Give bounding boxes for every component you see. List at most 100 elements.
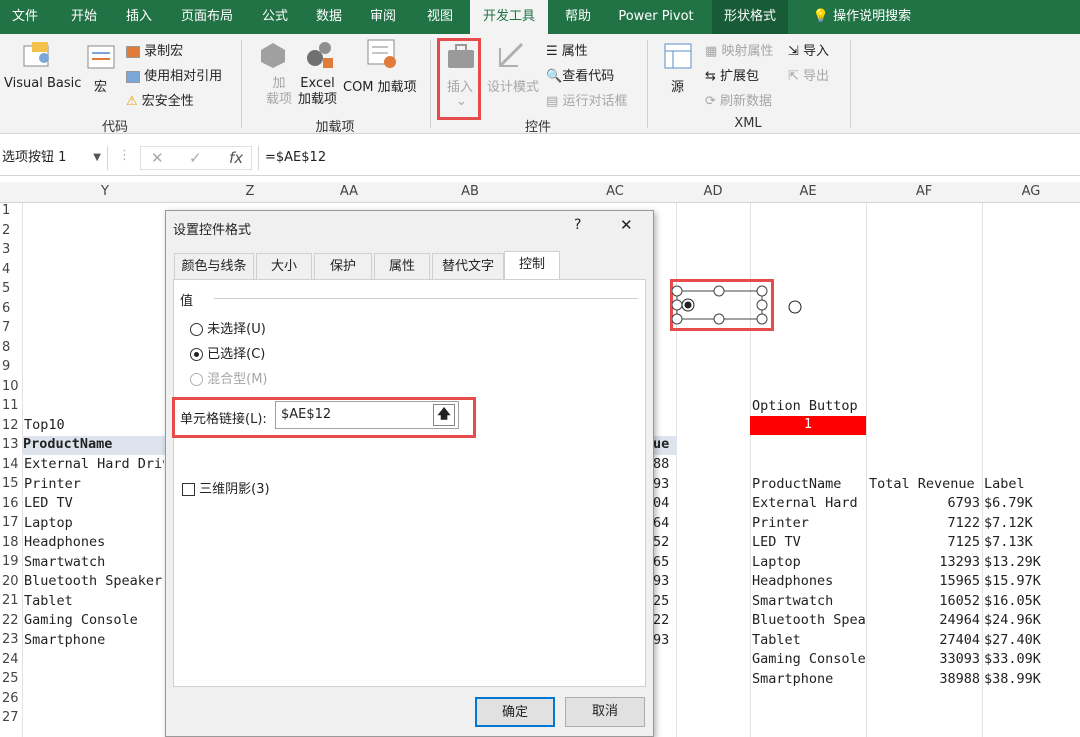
expansion-packs-button[interactable]: ⇆ 扩展包 (705, 65, 759, 84)
ok-button[interactable]: 确定 (475, 697, 555, 727)
table-row[interactable]: Gaming Console (24, 612, 138, 628)
cancel-button[interactable]: 取消 (565, 697, 645, 727)
tab-shape-format[interactable]: 形状格式 (712, 0, 788, 34)
cell[interactable]: 88 (653, 456, 669, 472)
tab-properties[interactable]: 属性 (374, 253, 430, 279)
column-header[interactable]: Z (188, 182, 312, 203)
row-header[interactable]: 23 (0, 632, 22, 652)
column-header[interactable]: Y (22, 182, 188, 203)
tab-page-layout[interactable]: 页面布局 (170, 0, 244, 34)
row-header[interactable]: 9 (0, 359, 22, 379)
row-header[interactable]: 15 (0, 476, 22, 496)
view-code-button[interactable]: 🔍查看代码 (546, 65, 614, 84)
cell[interactable]: 65 (653, 554, 669, 570)
linked-cell[interactable]: 1 (750, 416, 866, 435)
column-header[interactable]: AB (386, 182, 554, 203)
row-header[interactable]: 17 (0, 515, 22, 535)
row-header[interactable]: 21 (0, 593, 22, 613)
row-header[interactable]: 6 (0, 301, 22, 321)
tab-data[interactable]: 数据 (306, 0, 352, 34)
cell[interactable]: 22 (653, 612, 669, 628)
name-box[interactable]: 选项按钮 1 ▼ (0, 146, 108, 170)
row-header[interactable]: 20 (0, 574, 22, 594)
table-row[interactable]: LED TV (24, 495, 73, 511)
cell[interactable]: 04 (653, 495, 669, 511)
select-all-corner[interactable] (0, 182, 22, 203)
row-header[interactable]: 24 (0, 652, 22, 672)
xml-source-button[interactable]: 源 (671, 76, 684, 95)
column-header[interactable]: AF (866, 182, 982, 203)
refresh-data-button[interactable]: ⟳ 刷新数据 (705, 90, 772, 109)
row-header[interactable]: 12 (0, 418, 22, 438)
table-header[interactable]: ProductName (752, 476, 841, 492)
radio-mixed[interactable]: 混合型(M) (190, 368, 268, 387)
radio-checked[interactable]: 已选择(C) (190, 343, 265, 362)
row-header[interactable]: 1 (0, 203, 22, 223)
table-row[interactable]: Headphones (24, 534, 105, 550)
option-button-2[interactable] (788, 300, 802, 314)
row-header[interactable]: 8 (0, 340, 22, 360)
tab-formulas[interactable]: 公式 (252, 0, 298, 34)
cancel-icon[interactable]: ✕ (151, 147, 164, 169)
cell[interactable]: Top10 (24, 417, 65, 433)
tab-home[interactable]: 开始 (58, 0, 110, 34)
row-header[interactable]: 19 (0, 554, 22, 574)
cell[interactable]: 93 (653, 573, 669, 589)
table-row[interactable]: Smartwatch (24, 554, 105, 570)
row-header[interactable]: 4 (0, 262, 22, 282)
tab-alt-text[interactable]: 替代文字 (432, 253, 504, 279)
row-header[interactable]: 16 (0, 496, 22, 516)
row-header[interactable]: 10 (0, 379, 22, 399)
column-header[interactable]: AD (676, 182, 750, 203)
table-header[interactable]: Total Revenue (869, 476, 975, 492)
cell[interactable]: 93 (653, 632, 669, 648)
run-dialog-button[interactable]: ▤ 运行对话框 (546, 90, 627, 109)
radio-unchecked[interactable]: 未选择(U) (190, 318, 266, 337)
help-button[interactable]: ? (574, 217, 581, 233)
cell[interactable]: 52 (653, 534, 669, 550)
relative-ref-button[interactable]: 使用相对引用 (126, 65, 222, 84)
tab-colors-lines[interactable]: 颜色与线条 (174, 253, 254, 279)
tab-size[interactable]: 大小 (256, 253, 312, 279)
export-button[interactable]: ⇱ 导出 (788, 65, 829, 84)
row-header[interactable]: 27 (0, 710, 22, 730)
row-header[interactable]: 13 (0, 437, 22, 457)
tab-help[interactable]: 帮助 (556, 0, 600, 34)
table-row[interactable]: Smartphone (24, 632, 105, 648)
map-properties-button[interactable]: ▦ 映射属性 (705, 40, 773, 59)
row-header[interactable]: 11 (0, 398, 22, 418)
row-header[interactable]: 14 (0, 457, 22, 477)
row-header[interactable]: 25 (0, 671, 22, 691)
option-button-control[interactable] (672, 284, 772, 326)
row-header[interactable]: 26 (0, 691, 22, 711)
cell[interactable]: 64 (653, 515, 669, 531)
cell[interactable]: 25 (653, 593, 669, 609)
column-header[interactable]: AE (750, 182, 866, 203)
3d-shading-checkbox[interactable]: 三维阴影(3) (182, 478, 270, 497)
row-header[interactable]: 7 (0, 320, 22, 340)
properties-button[interactable]: ☰ 属性 (546, 40, 588, 59)
column-header[interactable]: AG (982, 182, 1080, 203)
visual-basic-button[interactable]: Visual Basic (4, 76, 81, 91)
table-header[interactable]: Label (984, 476, 1025, 492)
table-row[interactable]: External Hard Driv (24, 456, 164, 472)
tab-insert[interactable]: 插入 (116, 0, 162, 34)
excel-addins-button[interactable]: Excel 加载项 (298, 76, 337, 108)
com-addins-button[interactable]: COM 加载项 (343, 76, 417, 95)
table-row[interactable]: Tablet (24, 593, 73, 609)
tab-developer[interactable]: 开发工具 (470, 0, 548, 34)
tab-control[interactable]: 控制 (504, 251, 560, 279)
row-header[interactable]: 2 (0, 223, 22, 243)
import-button[interactable]: ⇲ 导入 (788, 40, 829, 59)
tab-protection[interactable]: 保护 (314, 253, 372, 279)
close-button[interactable]: ✕ (620, 216, 633, 234)
option-title-cell[interactable]: Option Buttop (752, 398, 858, 414)
row-header[interactable]: 18 (0, 535, 22, 555)
tab-view[interactable]: 视图 (414, 0, 466, 34)
tab-file[interactable]: 文件 (0, 0, 50, 34)
column-header[interactable]: AC (554, 182, 676, 203)
column-header[interactable]: AA (312, 182, 386, 203)
function-icon[interactable]: fx (229, 147, 243, 169)
enter-icon[interactable]: ✓ (189, 147, 202, 169)
record-macro-button[interactable]: 录制宏 (126, 40, 183, 59)
